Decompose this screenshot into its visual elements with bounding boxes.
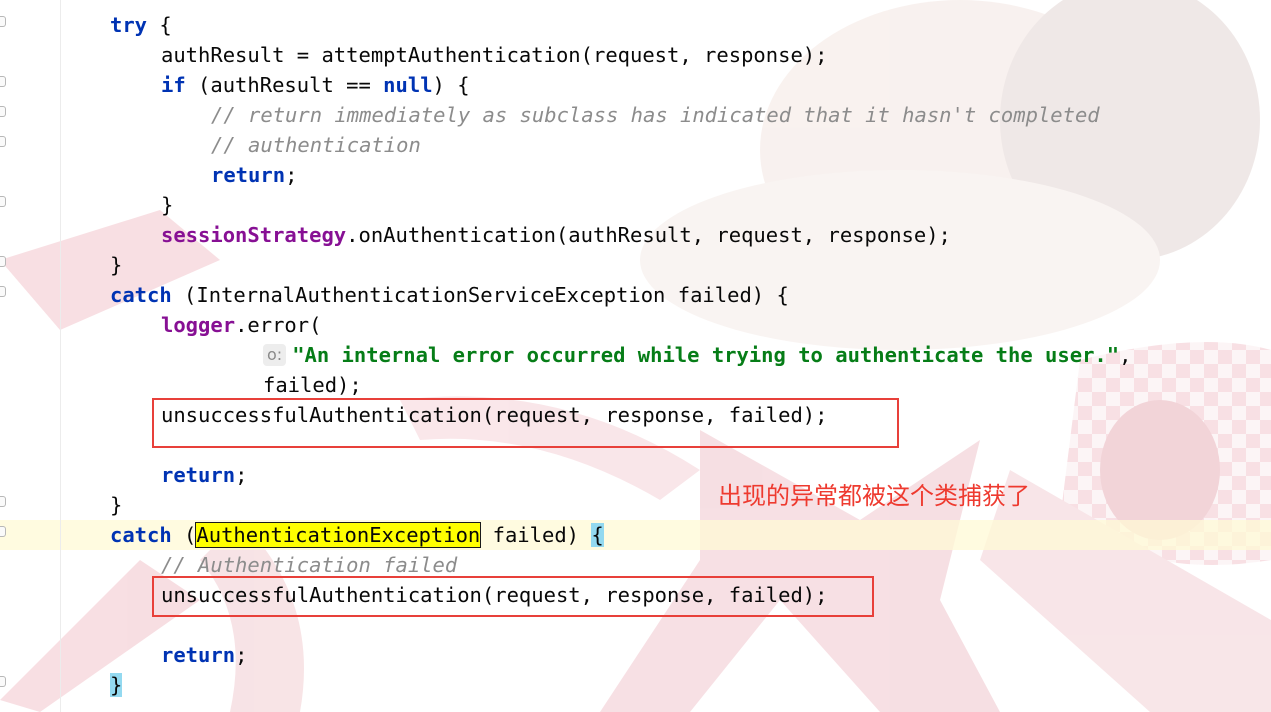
code-token: null bbox=[383, 73, 433, 97]
fold-marker-icon[interactable] bbox=[0, 526, 6, 537]
code-line[interactable]: authResult = attemptAuthentication(reque… bbox=[161, 40, 827, 70]
fold-marker-icon[interactable] bbox=[0, 286, 6, 297]
code-token: failed); bbox=[263, 373, 362, 397]
code-token: try bbox=[110, 13, 148, 37]
parameter-hint: o: bbox=[263, 344, 287, 366]
code-token: ; bbox=[285, 163, 298, 187]
code-line[interactable]: try { bbox=[110, 10, 172, 40]
code-token: .onAuthentication(authResult, request, r… bbox=[346, 223, 951, 247]
fold-marker-icon[interactable] bbox=[0, 106, 6, 117]
code-token: } bbox=[110, 493, 123, 517]
code-line[interactable]: return; bbox=[161, 640, 247, 670]
code-token: } bbox=[161, 193, 174, 217]
code-line[interactable]: // return immediately as subclass has in… bbox=[211, 100, 1100, 130]
code-line[interactable]: catch (AuthenticationException failed) { bbox=[110, 520, 604, 550]
code-token: ; bbox=[235, 643, 248, 667]
code-token: // authentication bbox=[211, 133, 421, 157]
first-unsuccessful-call-box bbox=[152, 398, 899, 448]
code-token: (authResult == bbox=[185, 73, 384, 97]
code-token: if bbox=[161, 73, 186, 97]
code-token: ( bbox=[171, 523, 197, 547]
code-token: return bbox=[211, 163, 286, 187]
code-token: logger bbox=[161, 313, 236, 337]
code-token: (InternalAuthenticationServiceException … bbox=[171, 283, 789, 307]
code-token: } bbox=[110, 673, 123, 697]
fold-marker-icon[interactable] bbox=[0, 16, 6, 27]
code-line[interactable]: catch (InternalAuthenticationServiceExce… bbox=[110, 280, 789, 310]
code-token: { bbox=[147, 13, 172, 37]
code-token: AuthenticationException bbox=[195, 522, 482, 548]
fold-marker-icon[interactable] bbox=[0, 256, 6, 267]
code-token: authResult = attemptAuthentication(reque… bbox=[161, 43, 828, 67]
code-token: return bbox=[161, 643, 236, 667]
editor-gutter[interactable] bbox=[0, 0, 18, 712]
code-token: , bbox=[1119, 343, 1132, 367]
code-token: return bbox=[161, 463, 236, 487]
code-line[interactable]: } bbox=[161, 190, 173, 220]
code-token: ) { bbox=[432, 73, 470, 97]
code-line[interactable]: } bbox=[110, 250, 122, 280]
code-line[interactable]: return; bbox=[161, 460, 247, 490]
second-unsuccessful-call-box bbox=[152, 576, 874, 617]
fold-marker-icon[interactable] bbox=[0, 196, 6, 207]
fold-marker-icon[interactable] bbox=[0, 496, 6, 507]
code-line[interactable]: if (authResult == null) { bbox=[161, 70, 470, 100]
code-token: catch bbox=[110, 523, 172, 547]
fold-marker-icon[interactable] bbox=[0, 676, 6, 687]
code-line[interactable]: o: "An internal error occurred while tryi… bbox=[263, 340, 1131, 370]
code-token: failed) bbox=[480, 523, 592, 547]
code-token: catch bbox=[110, 283, 172, 307]
gutter-separator bbox=[60, 0, 61, 712]
fold-marker-icon[interactable] bbox=[0, 76, 6, 87]
code-line[interactable]: logger.error( bbox=[161, 310, 321, 340]
fold-marker-icon[interactable] bbox=[0, 136, 6, 147]
code-line[interactable]: sessionStrategy.onAuthentication(authRes… bbox=[161, 220, 951, 250]
code-token: // Authentication failed bbox=[161, 553, 458, 577]
code-token: .error( bbox=[235, 313, 322, 337]
code-line[interactable]: // authentication bbox=[211, 130, 421, 160]
code-token: ; bbox=[235, 463, 248, 487]
code-token: } bbox=[110, 253, 123, 277]
code-line[interactable]: } bbox=[110, 670, 123, 700]
annotation-note: 出现的异常都被这个类捕获了 bbox=[718, 482, 1030, 510]
code-token: { bbox=[591, 523, 604, 547]
code-line[interactable]: } bbox=[110, 490, 122, 520]
code-token: sessionStrategy bbox=[161, 223, 347, 247]
code-token: "An internal error occurred while trying… bbox=[292, 343, 1120, 367]
code-token: // return immediately as subclass has in… bbox=[211, 103, 1100, 127]
code-line[interactable]: return; bbox=[211, 160, 297, 190]
code-line[interactable]: failed); bbox=[263, 370, 362, 400]
